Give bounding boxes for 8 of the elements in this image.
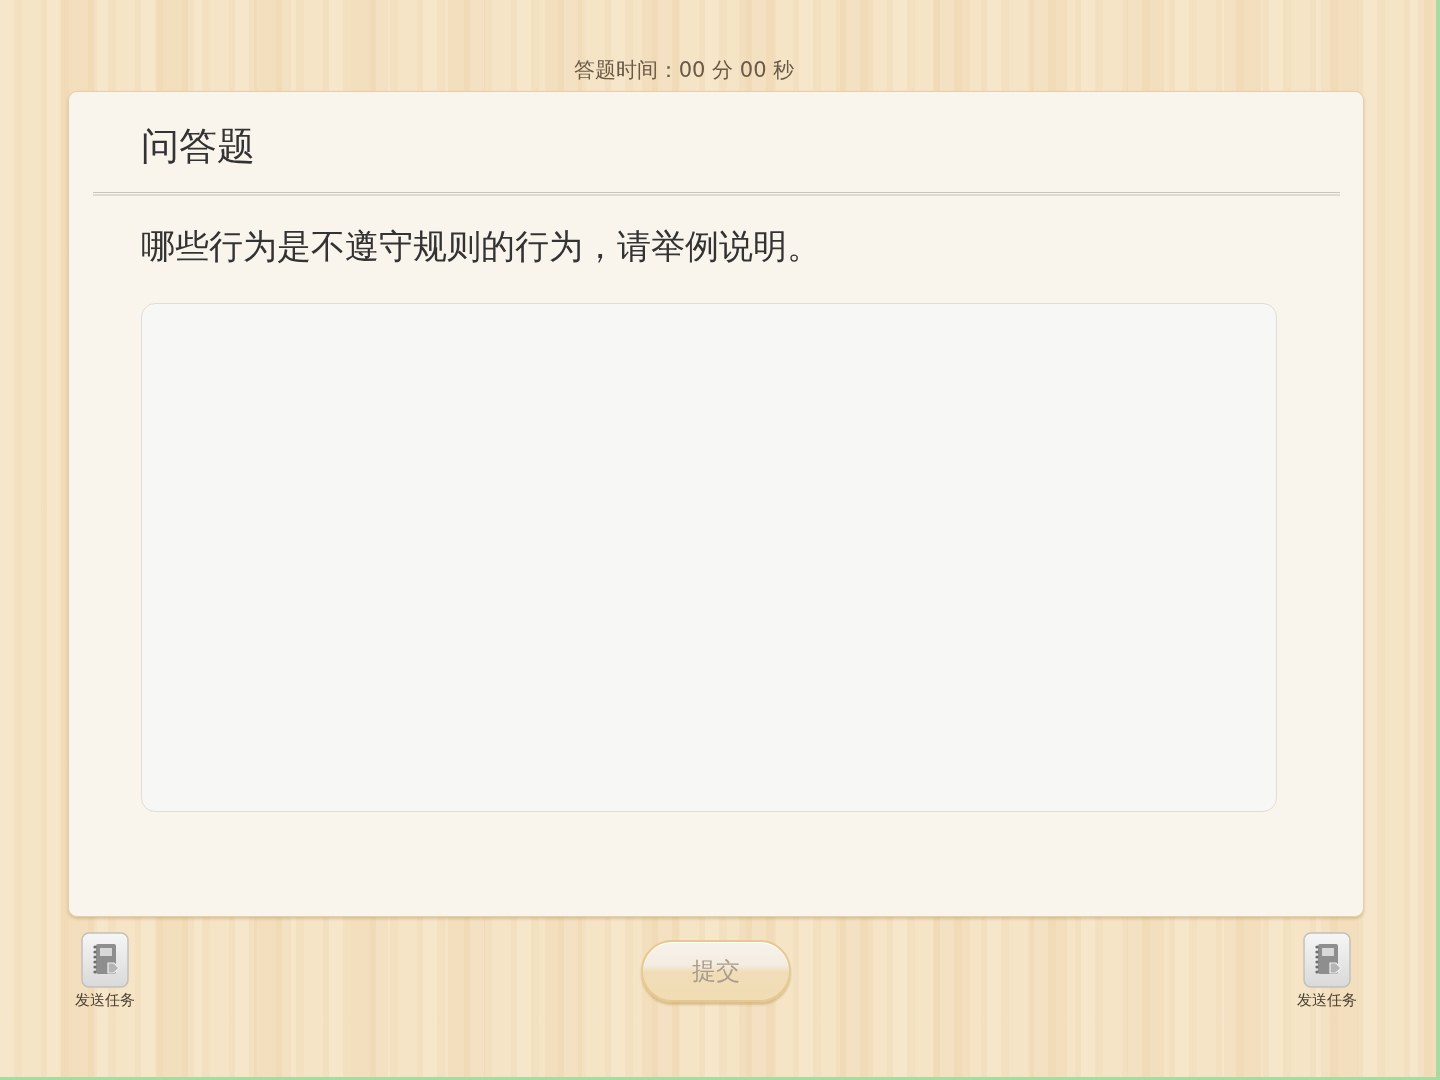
send-task-button[interactable]: 发送任务 <box>1292 932 1362 1009</box>
notebook-icon <box>81 932 129 988</box>
question-prompt: 哪些行为是不遵守规则的行为，请举例说明。 <box>141 225 822 268</box>
send-task-button[interactable]: 发送任务 <box>70 932 140 1009</box>
answer-timer: 答题时间：00 分 00 秒 <box>573 57 795 84</box>
question-type-title: 问答题 <box>140 123 256 170</box>
notebook-icon <box>1303 932 1351 988</box>
answer-field[interactable] <box>141 303 1277 812</box>
